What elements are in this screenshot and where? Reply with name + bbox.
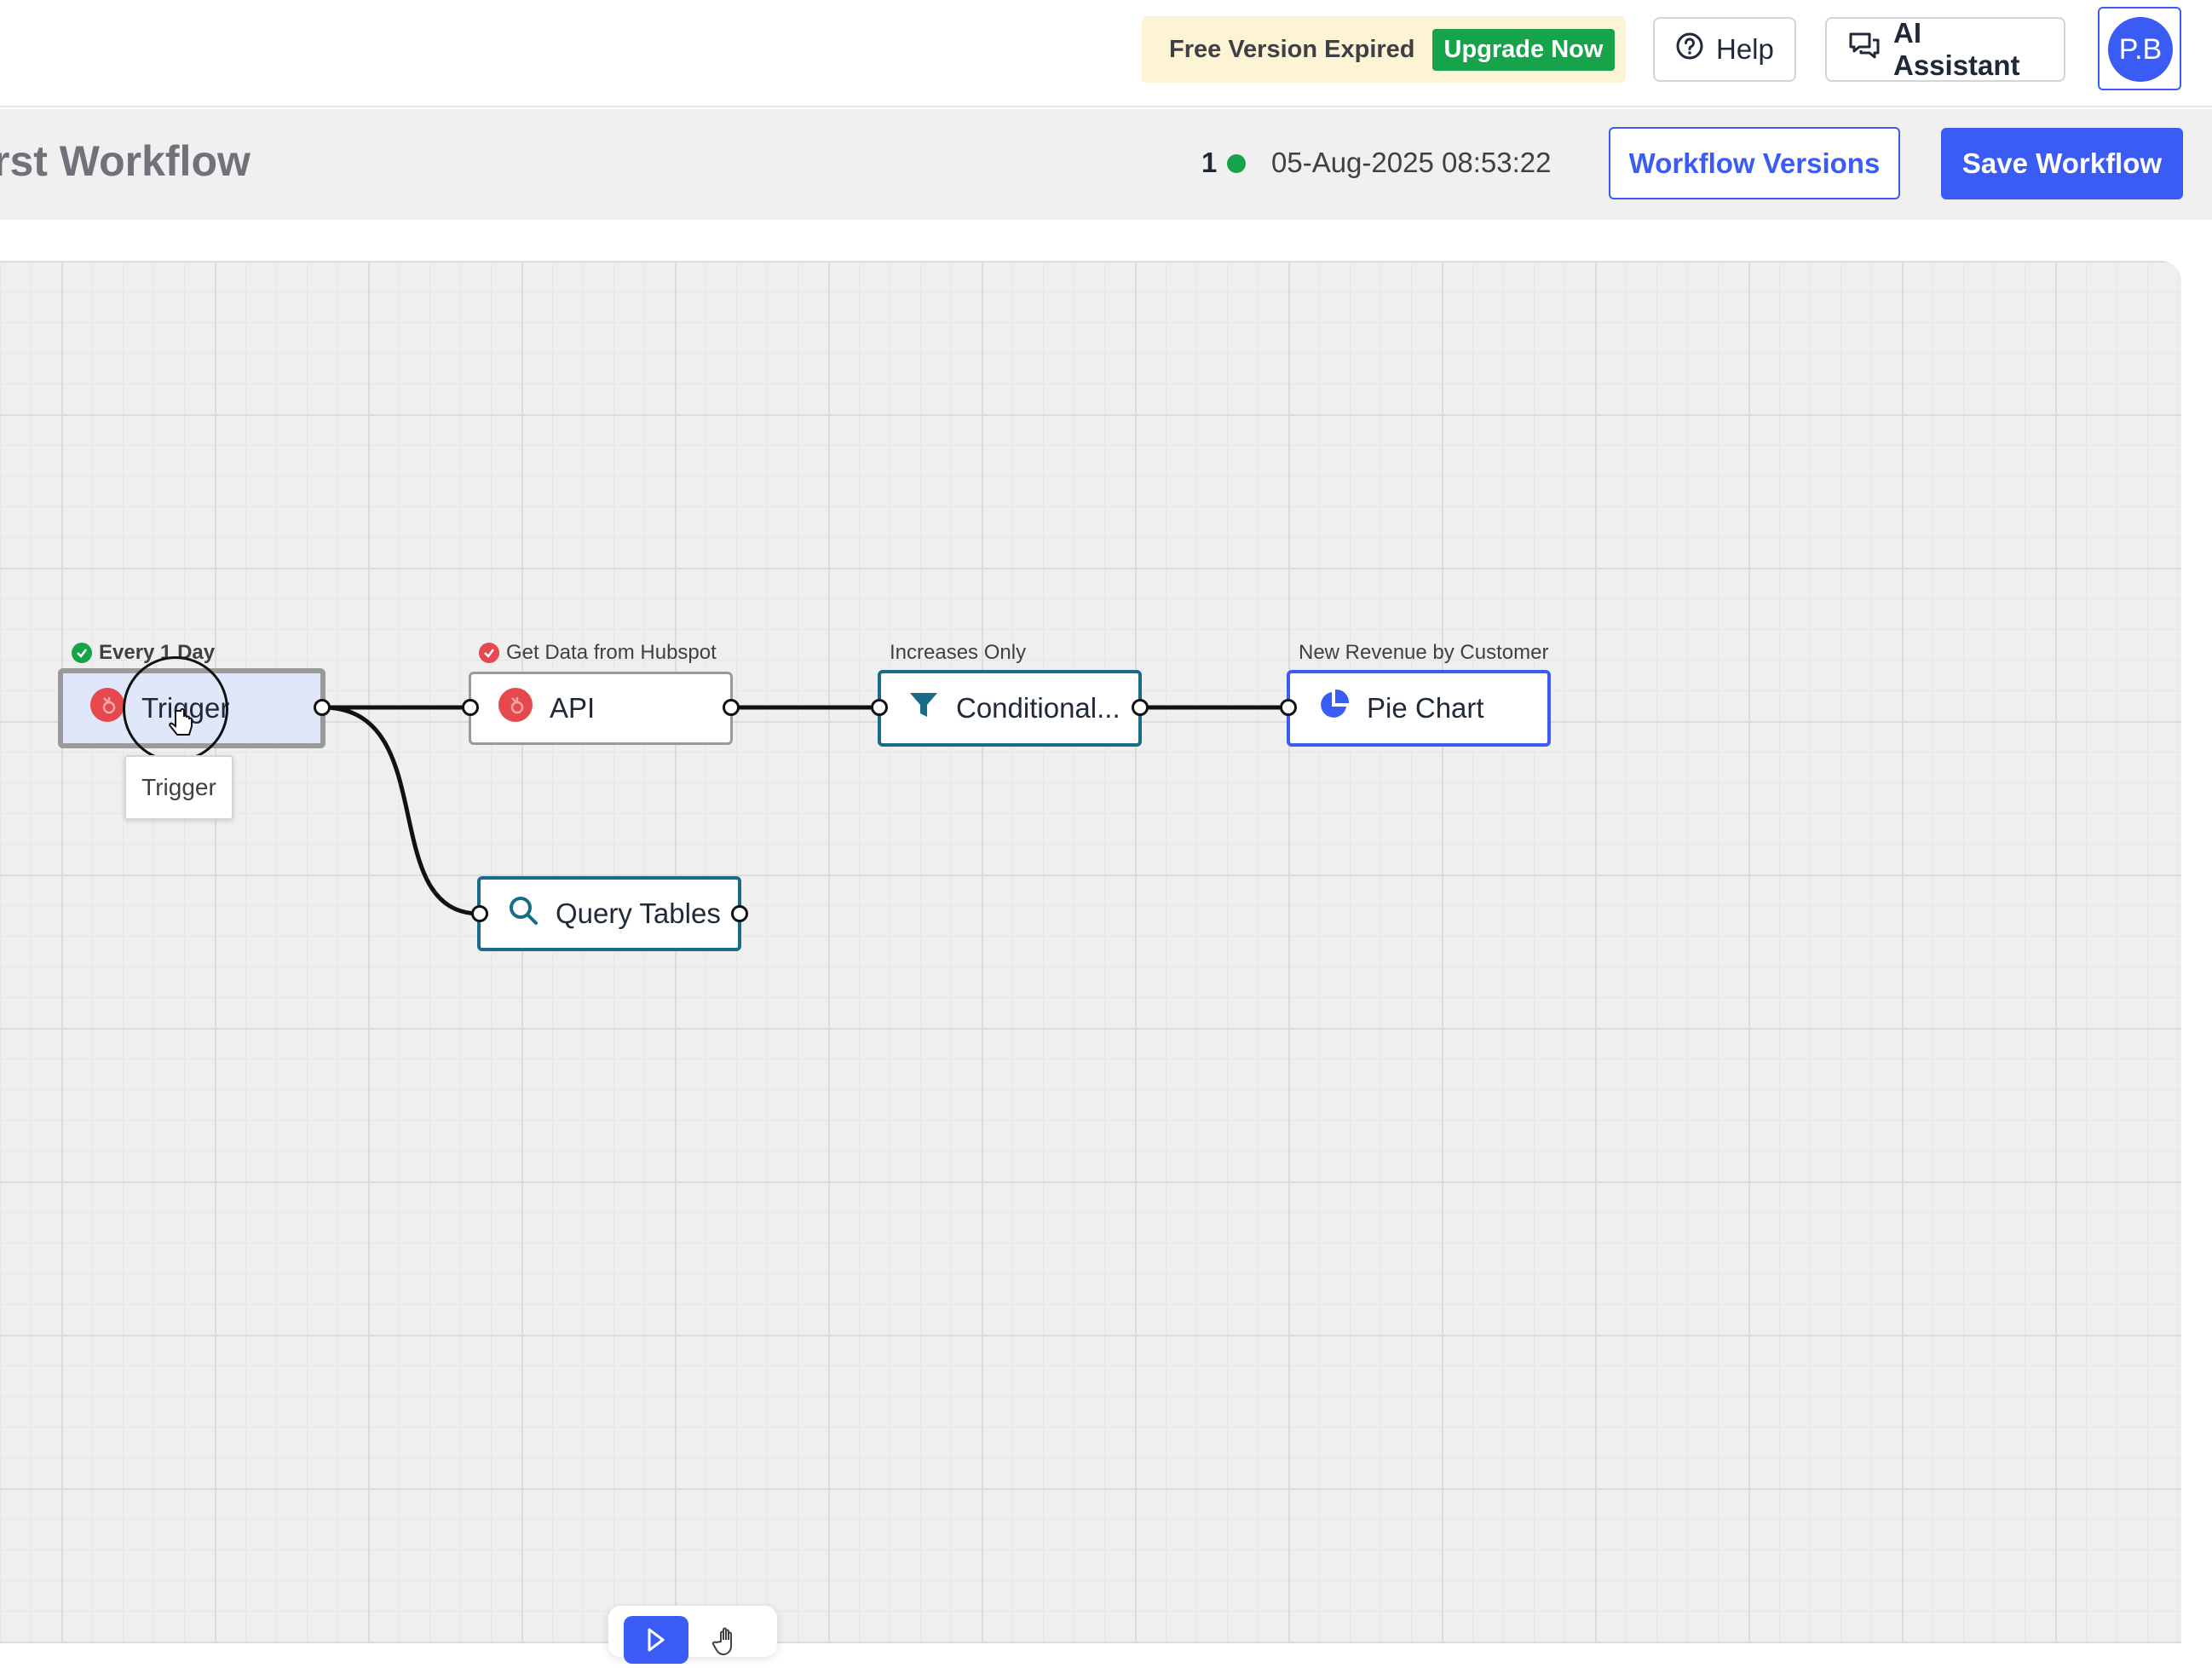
conditional-label: Conditional...: [956, 692, 1120, 724]
conditional-output-port[interactable]: [1132, 699, 1149, 716]
query-tables-label: Query Tables: [556, 897, 721, 929]
conditional-input-port[interactable]: [871, 699, 888, 716]
pie-chart-input-port[interactable]: [1280, 699, 1297, 716]
hubspot-icon: [90, 688, 124, 729]
api-node[interactable]: API: [469, 672, 733, 745]
pie-chart-node[interactable]: Pie Chart: [1287, 670, 1551, 747]
edge-trigger-query: [321, 705, 481, 916]
pointer-icon: [648, 1628, 665, 1652]
canvas-toolbar: [608, 1606, 777, 1664]
api-caption-text: Get Data from Hubspot: [506, 641, 717, 664]
query-tables-input-port[interactable]: [471, 905, 488, 922]
hand-icon: [711, 1627, 732, 1656]
pie-caption-text: New Revenue by Customer: [1299, 641, 1549, 664]
check-circle-icon: [479, 643, 499, 663]
pie-chart-label: Pie Chart: [1367, 692, 1484, 724]
conditional-node[interactable]: Conditional...: [878, 670, 1142, 747]
api-label: API: [550, 692, 596, 724]
check-circle-icon: [72, 643, 92, 663]
select-tool-button[interactable]: [624, 1616, 688, 1664]
search-icon: [508, 895, 539, 932]
trigger-tooltip: Trigger: [124, 755, 233, 820]
workflow-edges: [321, 705, 1288, 916]
query-tables-node[interactable]: Query Tables: [477, 876, 741, 951]
hand-cursor-icon: [167, 707, 196, 746]
api-caption: Get Data from Hubspot: [479, 641, 717, 665]
hubspot-icon: [498, 688, 533, 729]
pie-chart-icon: [1317, 689, 1350, 728]
trigger-output-port[interactable]: [314, 699, 331, 716]
pie-caption: New Revenue by Customer: [1299, 641, 1548, 665]
conditional-caption-text: Increases Only: [890, 641, 1027, 664]
filter-icon: [908, 690, 939, 727]
conditional-caption: Increases Only: [890, 641, 1026, 665]
api-output-port[interactable]: [723, 699, 740, 716]
query-tables-output-port[interactable]: [731, 905, 748, 922]
pan-tool-button[interactable]: [711, 1623, 745, 1657]
api-input-port[interactable]: [462, 699, 479, 716]
